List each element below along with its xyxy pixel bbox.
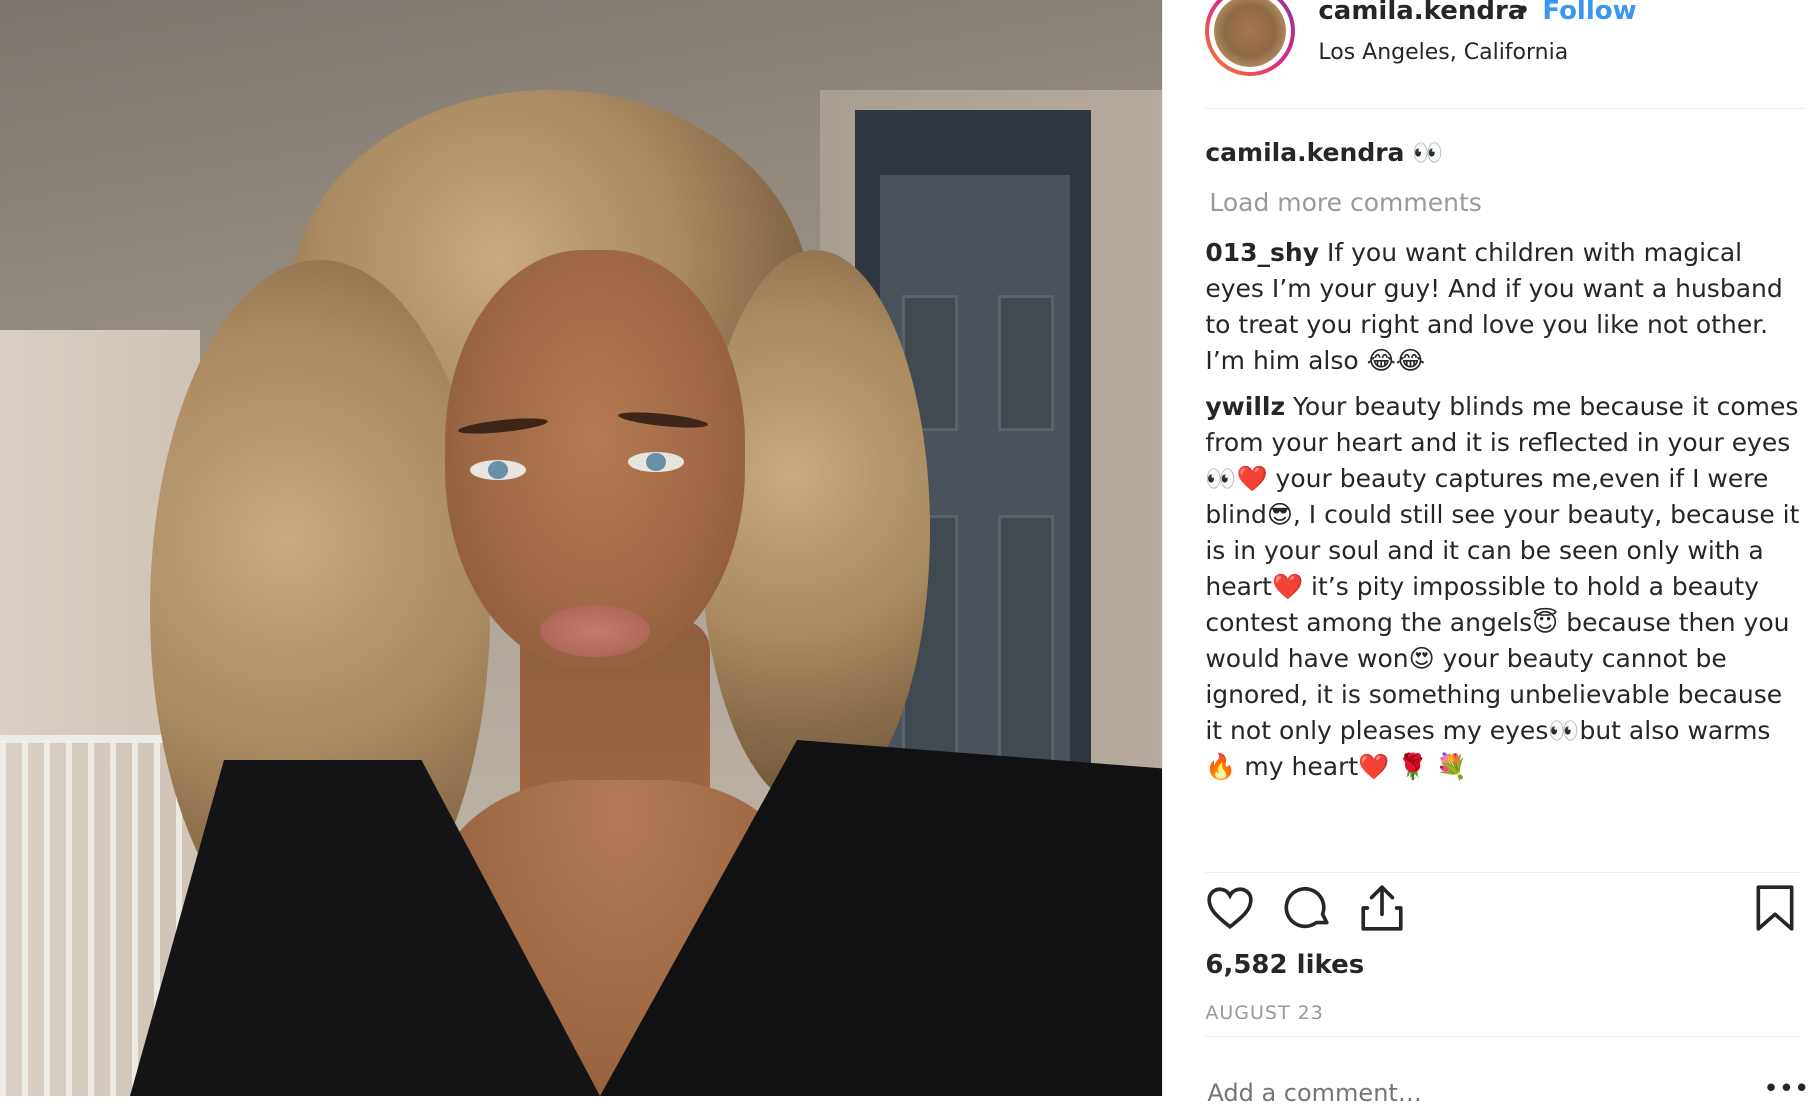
follow-button[interactable]: Follow xyxy=(1542,0,1636,26)
add-comment-input[interactable] xyxy=(1205,1078,1730,1108)
comment-text: Your beauty blinds me because it comes f… xyxy=(1205,392,1800,781)
comment-item: ywillz Your beauty blinds me because it … xyxy=(1205,389,1800,785)
door-panel xyxy=(998,295,1054,431)
caption-username[interactable]: camila.kendra xyxy=(1205,138,1404,167)
bookmark-icon[interactable] xyxy=(1750,883,1800,933)
post-photo[interactable] xyxy=(0,0,1163,1096)
post-actions xyxy=(1205,872,1801,933)
comment-username[interactable]: ywillz xyxy=(1205,392,1285,421)
more-options-button[interactable]: ••• xyxy=(1763,1074,1809,1104)
comments-list[interactable]: camila.kendra 👀 Load more comments 013_s… xyxy=(1205,115,1800,850)
likes-count[interactable]: 6,582 likes xyxy=(1205,950,1364,980)
instagram-post: camila.kendra • Follow Los Angeles, Cali… xyxy=(0,0,1820,1108)
caption-text: 👀 xyxy=(1412,138,1444,167)
post-header: camila.kendra • Follow Los Angeles, Cali… xyxy=(1205,0,1806,109)
photo-lips xyxy=(540,605,650,657)
header-username[interactable]: camila.kendra xyxy=(1318,0,1525,26)
avatar-story-ring[interactable] xyxy=(1205,0,1296,76)
avatar-border xyxy=(1209,0,1292,72)
post-sidebar: camila.kendra • Follow Los Angeles, Cali… xyxy=(1162,0,1820,1108)
avatar[interactable] xyxy=(1214,0,1287,67)
comment-item: 013_shy If you want children with magica… xyxy=(1205,235,1800,379)
load-more-comments-button[interactable]: Load more comments xyxy=(1209,185,1800,221)
comment-icon[interactable] xyxy=(1283,883,1333,933)
header-location[interactable]: Los Angeles, California xyxy=(1318,40,1568,65)
comment-username[interactable]: 013_shy xyxy=(1205,238,1319,267)
header-separator: • xyxy=(1515,0,1531,26)
photo-eye xyxy=(470,460,526,480)
photo-eye xyxy=(628,452,684,472)
post-date: AUGUST 23 xyxy=(1205,1002,1324,1024)
door-panel xyxy=(998,515,1054,781)
divider xyxy=(1205,1036,1801,1037)
heart-icon[interactable] xyxy=(1205,883,1255,933)
share-icon[interactable] xyxy=(1357,883,1407,933)
caption: camila.kendra 👀 xyxy=(1205,135,1800,171)
